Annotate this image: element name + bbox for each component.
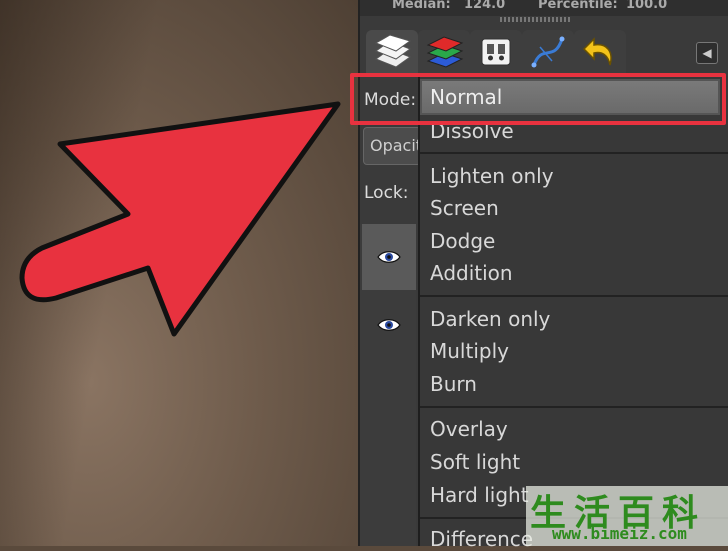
eye-icon [377, 251, 401, 263]
tab-menu-button[interactable]: ◀ [696, 42, 718, 64]
menu-item-burn[interactable]: Burn [430, 372, 477, 396]
menu-separator [420, 406, 728, 408]
menu-separator [420, 152, 728, 154]
annotation-highlight-box [350, 73, 726, 125]
menu-item-addition[interactable]: Addition [430, 261, 513, 285]
menu-item-hard-light[interactable]: Hard light [430, 483, 529, 507]
opacity-label: Opacity [370, 136, 420, 155]
paths-icon [481, 38, 511, 66]
colormap-icon [531, 36, 565, 68]
histogram-stats: Median: 124.0 Percentile: 100.0 [360, 0, 728, 16]
menu-item-lighten-only[interactable]: Lighten only [430, 164, 554, 188]
menu-item-soft-light[interactable]: Soft light [430, 450, 520, 474]
annotation-arrow-icon [19, 101, 341, 337]
channels-icon [426, 36, 464, 68]
menu-item-screen[interactable]: Screen [430, 196, 499, 220]
opacity-control[interactable]: Opacity [363, 127, 421, 165]
tab-colormap[interactable] [522, 30, 574, 74]
undo-icon [582, 37, 612, 66]
mode-dropdown-menu: Normal Dissolve Lighten only Screen Dodg… [418, 76, 728, 551]
eye-icon [377, 319, 401, 331]
lock-label: Lock: [364, 183, 409, 203]
menu-item-multiply[interactable]: Multiply [430, 339, 509, 363]
menu-item-overlay[interactable]: Overlay [430, 417, 508, 441]
layer-visibility-toggle[interactable] [362, 292, 416, 358]
menu-item-difference[interactable]: Difference [430, 527, 533, 551]
dock-resize-grip[interactable] [500, 17, 570, 22]
layer-visibility-column [360, 224, 416, 546]
tab-channels[interactable] [418, 30, 470, 74]
median-label: Median: [392, 0, 451, 12]
triangle-left-icon: ◀ [702, 46, 712, 60]
watermark-logo: 生活百科 www.bimeiz.com [526, 486, 728, 546]
tab-paths[interactable] [470, 30, 522, 74]
tab-layers[interactable] [366, 30, 418, 74]
menu-item-dodge[interactable]: Dodge [430, 229, 495, 253]
percentile-value: 100.0 [626, 0, 668, 12]
layers-icon [374, 34, 412, 68]
watermark-url: www.bimeiz.com [552, 524, 687, 543]
menu-separator [420, 295, 728, 297]
dock-tabs: ◀ [360, 28, 728, 74]
layer-visibility-toggle[interactable] [362, 224, 416, 290]
menu-item-darken-only[interactable]: Darken only [430, 307, 550, 331]
percentile-label: Percentile: [538, 0, 618, 12]
median-value: 124.0 [464, 0, 506, 12]
tab-undo-history[interactable] [574, 30, 626, 74]
